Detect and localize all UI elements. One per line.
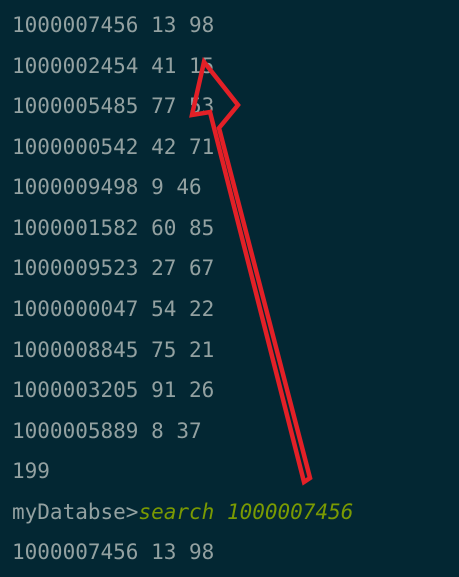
record-line-1: 1000007456 13 98 [12,13,215,37]
record-line-7: 1000009523 27 67 [12,256,215,280]
record-line-3: 1000005485 77 53 [12,94,215,118]
record-line-10: 1000003205 91 26 [12,378,215,402]
shell-prompt: myDatabse> [12,500,139,524]
record-line-6: 1000001582 60 85 [12,216,215,240]
record-line-8: 1000000047 54 22 [12,297,215,321]
record-line-9: 1000008845 75 21 [12,338,215,362]
search-command: search 1000007456 [138,500,354,524]
search-result-line: 1000007456 13 98 [12,540,215,564]
annotation-arrow-overlay [189,56,313,486]
record-line-11: 1000005889 8 37 [12,419,202,443]
command-line[interactable]: myDatabse>search 1000007456 [12,497,353,527]
record-line-2: 1000002454 41 15 [12,54,215,78]
record-line-5: 1000009498 9 46 [12,175,202,199]
record-line-4: 1000000542 42 71 [12,135,215,159]
record-count: 199 [12,459,50,483]
terminal-window[interactable]: 1000007456 13 98 1000002454 41 15 100000… [0,0,459,577]
